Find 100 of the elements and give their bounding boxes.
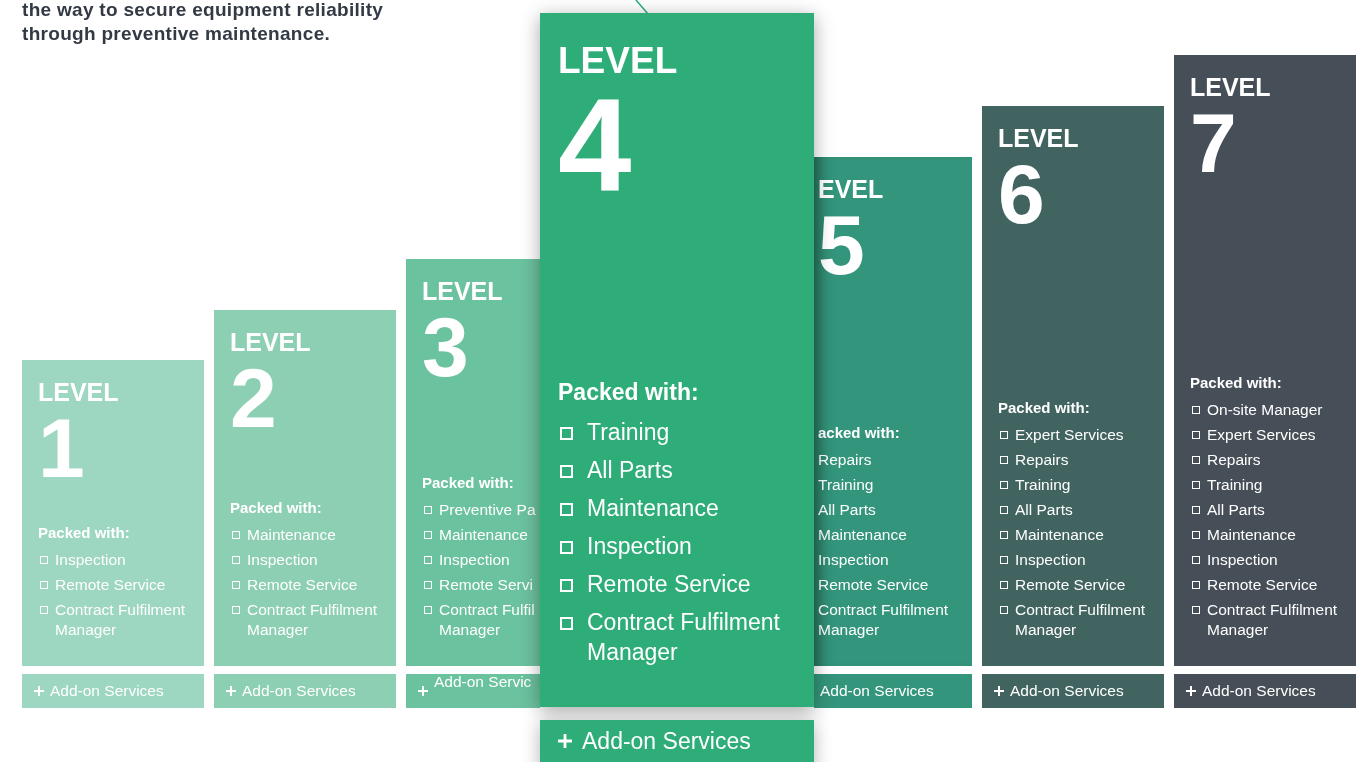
plus-icon [1186,686,1196,696]
bullet-icon [1000,456,1008,464]
bullet-icon [232,531,240,539]
feature-item: Remote Service [587,570,751,599]
feature-item: Inspection [439,550,510,570]
bullet-icon [1000,506,1008,514]
level-heading: LEVEL [38,378,119,406]
add-on-services-button[interactable]: Add-on Services [540,720,814,762]
bullet-icon [424,581,432,589]
feature-item: Remote Service [247,575,358,595]
feature-item: Training [1207,475,1263,495]
feature-item: Contract Fulfilment Manager [247,600,379,640]
level-number: 7 [1190,103,1237,183]
feature-item: Maintenance [1015,525,1104,545]
bullet-icon [1192,481,1200,489]
bullet-icon [1192,531,1200,539]
feature-item: Inspection [55,550,126,570]
bullet-icon [1192,406,1200,414]
feature-item: Contract Fulfilment Manager [1015,600,1147,640]
feature-item: All Parts [1207,500,1265,520]
bullet-icon [1192,606,1200,614]
bullet-icon [1192,431,1200,439]
bullet-icon [560,465,573,478]
bullet-icon [560,617,573,630]
feature-item: Expert Services [1015,425,1124,445]
bullet-icon [1192,506,1200,514]
feature-item: All Parts [587,456,673,485]
feature-item: Maintenance [247,525,336,545]
plus-icon [994,686,1004,696]
feature-item: Inspection [1015,550,1086,570]
bullet-icon [232,581,240,589]
feature-item: All Parts [1015,500,1073,520]
feature-item: Maintenance [1207,525,1296,545]
bullet-icon [1000,531,1008,539]
packed-label: Packed with: [230,498,323,518]
intro-text: the way to secure equipment reliability through preventive maintenance. [22,0,384,46]
feature-item: Remote Service [1015,575,1126,595]
bullet-icon [1192,556,1200,564]
feature-item: Remote Service [55,575,166,595]
feature-item: Maintenance [439,525,528,545]
feature-item: Contract Fulfilment Manager [55,600,187,640]
level-heading: LEVEL [558,41,678,81]
feature-item: Inspection [1207,550,1278,570]
add-on-services-button[interactable]: Add-on Services [814,674,972,708]
level-heading: EVEL [818,175,884,203]
level-number: 2 [230,358,277,438]
plus-icon [418,686,428,696]
add-on-services-button[interactable]: Add-on Services [214,674,396,708]
packed-label: Packed with: [422,473,515,493]
feature-item: Remote Service [1207,575,1318,595]
feature-item: Repairs [818,450,872,470]
feature-item: Maintenance [587,494,719,523]
feature-item: Contract Fulfilment Manager [818,600,950,640]
add-on-services-button[interactable]: Add-on Services [982,674,1164,708]
level-number: 1 [38,408,85,488]
plus-icon [34,686,44,696]
feature-item: Remote Service [818,575,929,595]
level-number: 4 [558,85,632,205]
feature-item: Inspection [247,550,318,570]
add-on-services-button[interactable]: Add-on Services [22,674,204,708]
add-on-services-button[interactable]: Add-on Services [1174,674,1356,708]
feature-item: Inspection [818,550,889,570]
bullet-icon [232,556,240,564]
bullet-icon [560,541,573,554]
packed-label: acked with: [818,423,901,443]
plus-icon [558,734,572,748]
bullet-icon [1000,606,1008,614]
bullet-icon [40,581,48,589]
bullet-icon [1000,481,1008,489]
feature-item: Repairs [1207,450,1261,470]
bullet-icon [424,556,432,564]
feature-item: Contract Fulfilment Manager [1207,600,1339,640]
feature-item: On-site Manager [1207,400,1323,420]
level-number: 5 [818,205,865,285]
bullet-icon [424,506,432,514]
packed-label: Packed with: [558,378,700,407]
bullet-icon [560,427,573,440]
bullet-icon [424,606,432,614]
feature-item: Contract Fulfilment Manager [587,608,781,667]
packed-label: Packed with: [38,523,131,543]
level-heading: LEVEL [230,328,311,356]
bullet-icon [40,556,48,564]
feature-item: Training [1015,475,1071,495]
bullet-icon [560,503,573,516]
bullet-icon [40,606,48,614]
feature-item: Remote Servi [439,575,533,595]
feature-item: Preventive Pa [439,500,536,520]
feature-item: Maintenance [818,525,907,545]
feature-item: Expert Services [1207,425,1316,445]
feature-item: Inspection [587,532,692,561]
level-number: 3 [422,307,469,387]
level-heading: LEVEL [998,124,1079,152]
packed-label: Packed with: [1190,373,1283,393]
bullet-icon [1192,581,1200,589]
bullet-icon [1000,581,1008,589]
add-on-services-button[interactable]: Add-on Servic [406,674,540,708]
level-heading: LEVEL [1190,73,1271,101]
level-heading: LEVEL [422,277,503,305]
bullet-icon [1000,556,1008,564]
level-number: 6 [998,154,1045,234]
